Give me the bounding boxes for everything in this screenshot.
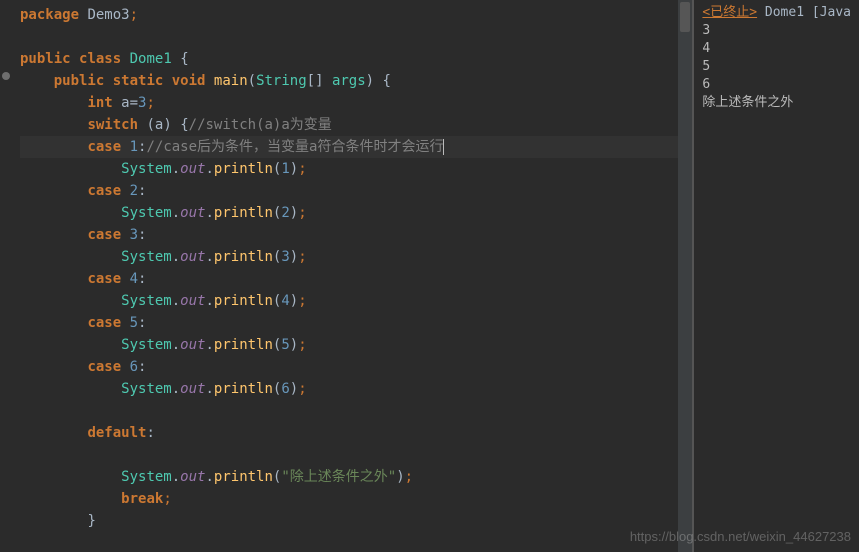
console-output-line: 3: [702, 22, 851, 40]
console-output-line: 除上述条件之外: [702, 94, 851, 112]
code-line: System.out.println(3);: [20, 246, 692, 268]
code-line: System.out.println(4);: [20, 290, 692, 312]
code-area[interactable]: package Demo3; public class Dome1 { publ…: [0, 0, 692, 536]
code-line: System.out.println(2);: [20, 202, 692, 224]
code-line: System.out.println(1);: [20, 158, 692, 180]
console-header: <已终止> Dome1 [Java: [702, 4, 851, 22]
vertical-scrollbar[interactable]: [678, 0, 692, 552]
console-output-line: 6: [702, 76, 851, 94]
code-line: case 3:: [20, 224, 692, 246]
scrollbar-thumb[interactable]: [680, 2, 690, 32]
code-editor-panel[interactable]: package Demo3; public class Dome1 { publ…: [0, 0, 692, 552]
console-output-panel[interactable]: <已终止> Dome1 [Java 3 4 5 6 除上述条件之外: [694, 0, 859, 552]
code-line: System.out.println(5);: [20, 334, 692, 356]
code-line: case 2:: [20, 180, 692, 202]
code-line: int a=3;: [20, 92, 692, 114]
code-line: case 6:: [20, 356, 692, 378]
code-line: public class Dome1 {: [20, 48, 692, 70]
code-line: default:: [20, 422, 692, 444]
console-output-line: 5: [702, 58, 851, 76]
code-line: package Demo3;: [20, 4, 692, 26]
code-line: case 4:: [20, 268, 692, 290]
code-line: [20, 26, 692, 48]
code-line: [20, 444, 692, 466]
code-line: switch (a) {//switch(a)a为变量: [20, 114, 692, 136]
watermark-text: https://blog.csdn.net/weixin_44627238: [630, 529, 851, 544]
code-line: System.out.println("除上述条件之外");: [20, 466, 692, 488]
console-output-line: 4: [702, 40, 851, 58]
code-line: }: [20, 510, 692, 532]
code-line: case 5:: [20, 312, 692, 334]
code-line: break;: [20, 488, 692, 510]
code-line-highlighted: case 1://case后为条件，当变量a符合条件时才会运行: [20, 136, 692, 158]
code-line: public static void main(String[] args) {: [20, 70, 692, 92]
breakpoint-gutter-dot[interactable]: [2, 72, 10, 80]
code-line: System.out.println(6);: [20, 378, 692, 400]
code-line: [20, 400, 692, 422]
